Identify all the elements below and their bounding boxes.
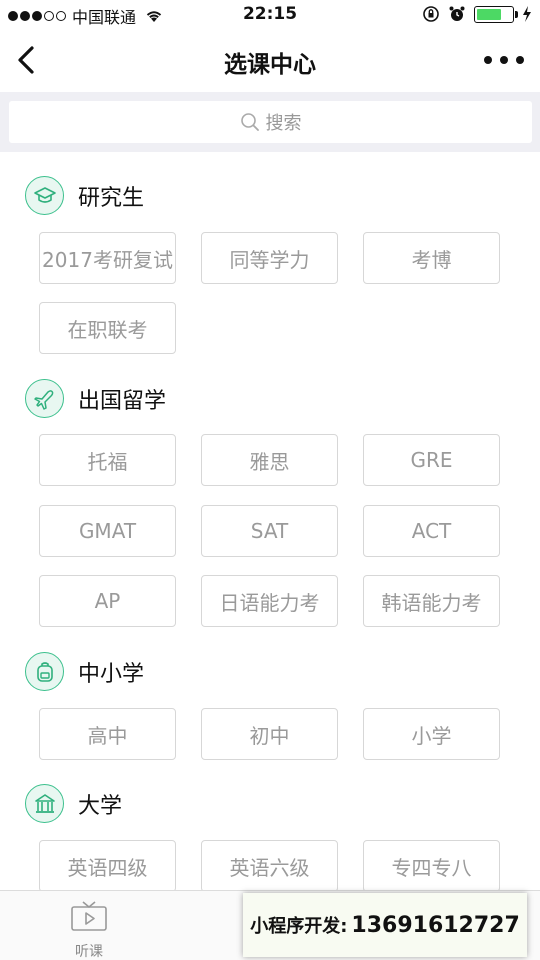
overlay-phone-number: 13691612727	[351, 912, 520, 938]
alarm-icon	[449, 6, 465, 21]
course-tag[interactable]: 托福	[39, 434, 176, 486]
charging-bolt-icon	[523, 6, 531, 22]
tab-label: 听课	[75, 944, 103, 960]
course-tag[interactable]: 初中	[201, 708, 338, 760]
course-tag[interactable]: 在职联考	[39, 302, 176, 354]
course-tag[interactable]: 高中	[39, 708, 176, 760]
overlay-label: 小程序开发:	[250, 916, 348, 937]
section-title: 大学	[78, 793, 123, 819]
backpack-icon	[25, 652, 64, 691]
course-tag[interactable]: 2017考研复试	[39, 232, 176, 284]
tv-play-icon	[71, 901, 107, 931]
search-input[interactable]: 搜索	[9, 101, 532, 143]
section-header-graduate: 研究生	[25, 176, 144, 215]
course-tag[interactable]: 日语能力考	[201, 575, 338, 627]
status-bar: 中国联通 22:15	[0, 0, 540, 30]
course-category-list: 研究生 2017考研复试 同等学力 考博 在职联考 出国留学 托福 雅思 GRE…	[0, 152, 540, 890]
more-dot-icon	[516, 56, 524, 64]
course-tag[interactable]: 专四专八	[363, 840, 500, 890]
contact-overlay-banner: 小程序开发: 13691612727	[243, 893, 527, 957]
section-title: 中小学	[78, 661, 145, 687]
course-tag[interactable]: 小学	[363, 708, 500, 760]
more-dot-icon	[484, 56, 492, 64]
section-header-k12: 中小学	[25, 652, 144, 691]
course-tag[interactable]: GMAT	[39, 505, 176, 557]
more-dot-icon	[500, 56, 508, 64]
graduation-cap-icon	[25, 176, 64, 215]
search-icon	[240, 113, 259, 131]
course-tag[interactable]: 英语四级	[39, 840, 176, 890]
course-tag[interactable]: 韩语能力考	[363, 575, 500, 627]
course-tag[interactable]: SAT	[201, 505, 338, 557]
battery-fill	[477, 8, 501, 20]
search-placeholder: 搜索	[265, 113, 302, 134]
nav-bar: 选课中心	[0, 30, 540, 92]
more-menu-button[interactable]	[484, 50, 524, 70]
course-tag[interactable]: AP	[39, 575, 176, 627]
section-title: 研究生	[78, 185, 145, 211]
airplane-icon	[25, 379, 64, 418]
page-title: 选课中心	[224, 52, 316, 78]
section-header-study-abroad: 出国留学	[25, 379, 166, 418]
university-building-icon	[25, 784, 64, 823]
orientation-lock-icon	[423, 6, 439, 22]
course-tag[interactable]: 考博	[363, 232, 500, 284]
course-tag[interactable]: 雅思	[201, 434, 338, 486]
section-title: 出国留学	[78, 388, 167, 414]
search-bar: 搜索	[0, 92, 540, 152]
section-header-university: 大学	[25, 784, 122, 823]
course-tag[interactable]: ACT	[363, 505, 500, 557]
tab-listen[interactable]: 听课	[29, 899, 149, 960]
battery-icon	[474, 5, 518, 23]
course-tag[interactable]: 同等学力	[201, 232, 338, 284]
course-tag[interactable]: 英语六级	[201, 840, 338, 890]
course-tag[interactable]: GRE	[363, 434, 500, 486]
status-right	[422, 5, 532, 23]
